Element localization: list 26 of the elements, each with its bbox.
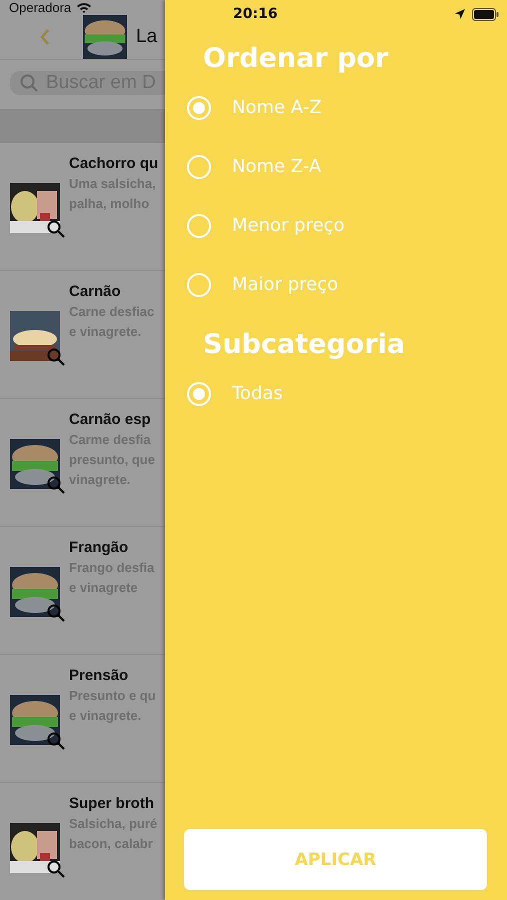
product-name: Carnão esp	[69, 411, 152, 428]
zoom-icon[interactable]	[46, 219, 66, 239]
location-icon	[454, 8, 466, 20]
radio-button[interactable]	[187, 382, 211, 406]
radio-button[interactable]	[187, 154, 211, 178]
section-heading: Subcategoria	[203, 328, 406, 362]
carrier-name: Operadora	[9, 0, 72, 15]
radio-button[interactable]	[187, 272, 211, 296]
radio-button[interactable]	[187, 96, 211, 120]
search-icon	[20, 74, 38, 92]
zoom-icon[interactable]	[46, 475, 66, 495]
zoom-icon[interactable]	[46, 347, 66, 367]
product-name: Prensão	[69, 667, 130, 684]
page-title: La	[136, 26, 158, 48]
clock: 20:16	[233, 6, 278, 22]
product-name: Super broth	[69, 795, 155, 812]
product-name: Carnão	[69, 283, 122, 300]
wifi-icon	[76, 2, 92, 14]
battery-icon	[472, 8, 499, 20]
product-name: Cachorro qu	[69, 155, 158, 172]
zoom-icon[interactable]	[46, 603, 66, 623]
radio-button[interactable]	[187, 214, 211, 238]
product-name: Frangão	[69, 539, 130, 556]
zoom-icon[interactable]	[46, 731, 66, 751]
section-heading: Ordenar por	[203, 42, 390, 76]
zoom-icon[interactable]	[46, 859, 66, 879]
